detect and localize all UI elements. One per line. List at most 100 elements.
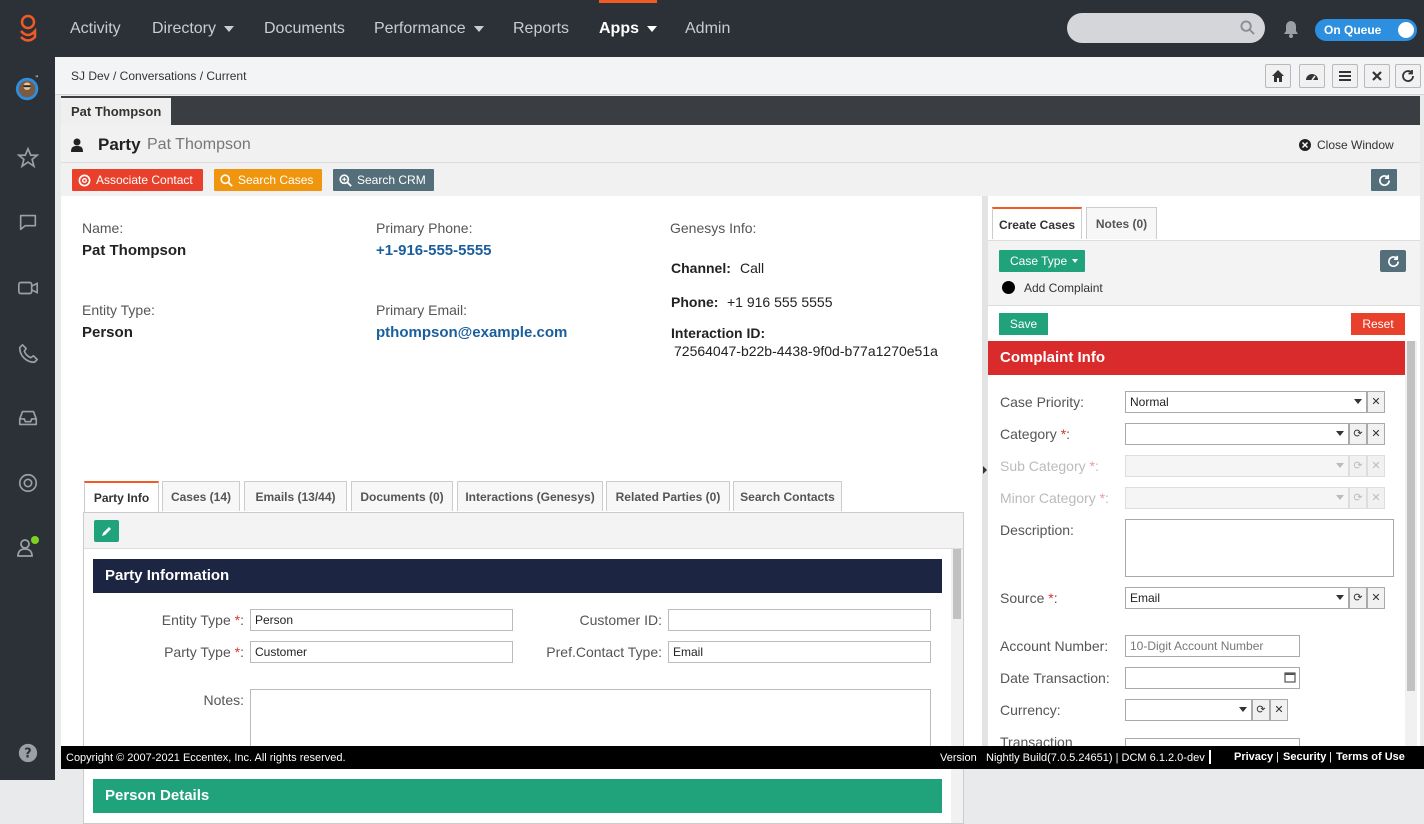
calendar-icon[interactable] <box>1284 671 1296 683</box>
case-priority-select[interactable]: Normal <box>1125 391 1367 413</box>
name-value: Pat Thompson <box>82 242 187 259</box>
security-link[interactable]: Security <box>1283 751 1326 763</box>
privacy-link[interactable]: Privacy <box>1234 751 1273 763</box>
inbox-tray-icon[interactable] <box>14 404 42 432</box>
close-window-button[interactable]: Close Window <box>1299 138 1394 152</box>
clear-x-icon[interactable]: ✕ <box>1367 587 1385 609</box>
nav-documents[interactable]: Documents <box>264 0 345 57</box>
primary-phone-link[interactable]: +1-916-555-5555 <box>376 242 492 259</box>
help-lifebuoy-icon[interactable] <box>14 469 42 497</box>
case-type-dropdown[interactable]: Case Type <box>999 250 1085 272</box>
nav-directory[interactable]: Directory <box>152 0 235 57</box>
nav-admin[interactable]: Admin <box>685 0 730 57</box>
footer-divider <box>1209 750 1211 764</box>
dashboard-button[interactable] <box>1299 64 1325 88</box>
party-type-input[interactable]: Customer <box>250 641 513 663</box>
phone-icon[interactable] <box>14 340 42 368</box>
save-button[interactable]: Save <box>999 313 1048 335</box>
refresh-icon[interactable]: ⟳ <box>1349 487 1367 509</box>
subtab-cases[interactable]: Cases (14) <box>162 481 240 511</box>
required-marker: * <box>234 644 241 660</box>
user-avatar-icon[interactable]: " <box>14 74 42 103</box>
account-number-input[interactable]: 10-Digit Account Number <box>1125 635 1300 657</box>
subtab-documents[interactable]: Documents (0) <box>351 481 453 511</box>
party-refresh-button[interactable] <box>1371 169 1397 191</box>
case-type-label: Case Type <box>1010 254 1068 268</box>
record-tab-person[interactable]: Pat Thompson <box>61 98 172 125</box>
pref-contact-input[interactable]: Email <box>668 641 931 663</box>
terms-link[interactable]: Terms of Use <box>1336 751 1405 763</box>
video-camera-icon[interactable] <box>14 274 42 302</box>
global-search-input[interactable] <box>1067 13 1265 43</box>
chat-bubble-icon[interactable] <box>14 208 42 236</box>
caret-down-icon <box>647 25 657 32</box>
currency-select[interactable] <box>1125 699 1252 721</box>
primary-email-link[interactable]: pthompson@example.com <box>376 324 567 341</box>
customer-id-input[interactable] <box>668 609 931 631</box>
transaction-input[interactable] <box>1125 738 1300 746</box>
refresh-icon[interactable]: ⟳ <box>1349 455 1367 477</box>
footer-separator: | <box>1329 751 1332 763</box>
subtab-search-contacts[interactable]: Search Contacts <box>733 481 842 511</box>
search-crm-button[interactable]: Search CRM <box>333 169 434 191</box>
clear-x-icon[interactable]: ✕ <box>1367 487 1385 509</box>
reset-button[interactable]: Reset <box>1351 313 1405 335</box>
home-button[interactable] <box>1265 64 1291 88</box>
genesys-logo-icon[interactable] <box>14 14 42 42</box>
subtab-related-parties[interactable]: Related Parties (0) <box>606 481 730 511</box>
nav-label: Directory <box>152 20 217 37</box>
scrollbar-thumb[interactable] <box>1407 341 1415 691</box>
nav-label: Admin <box>685 20 731 37</box>
subtab-party-info[interactable]: Party Info <box>84 481 159 512</box>
right-scrollbar[interactable] <box>1405 341 1417 746</box>
entity-type-input[interactable]: Person <box>250 609 513 631</box>
tab-create-cases[interactable]: Create Cases <box>992 207 1082 239</box>
clear-x-icon[interactable]: ✕ <box>1270 699 1288 721</box>
refresh-icon[interactable]: ⟳ <box>1252 699 1270 721</box>
source-select[interactable]: Email <box>1125 587 1349 609</box>
party-type-text: Party Type <box>164 644 231 660</box>
category-select[interactable] <box>1125 423 1349 445</box>
help-question-icon[interactable]: ? <box>14 739 42 767</box>
refresh-icon <box>1402 70 1414 82</box>
party-details-panel: Name: Pat Thompson Entity Type: Person P… <box>61 196 982 824</box>
customer-id-label: Customer ID: <box>579 612 662 628</box>
nav-apps[interactable]: Apps <box>599 0 657 57</box>
sub-category-select[interactable] <box>1125 455 1349 477</box>
party-title: Party <box>98 135 141 154</box>
clear-x-icon[interactable]: ✕ <box>1367 423 1385 445</box>
description-textarea[interactable] <box>1125 519 1394 577</box>
refresh-button[interactable] <box>1395 64 1421 88</box>
refresh-icon[interactable]: ⟳ <box>1349 423 1367 445</box>
clear-x-icon[interactable]: ✕ <box>1367 391 1385 413</box>
associate-contact-button[interactable]: Associate Contact <box>72 169 203 191</box>
tab-notes[interactable]: Notes (0) <box>1086 207 1157 239</box>
edit-button[interactable] <box>94 520 119 542</box>
primary-phone-label: Primary Phone: <box>376 220 473 236</box>
scrollbar-track[interactable] <box>951 549 963 823</box>
chevron-down-icon <box>1336 595 1344 600</box>
refresh-icon[interactable]: ⟳ <box>1349 587 1367 609</box>
favorites-star-icon[interactable] <box>14 144 42 172</box>
add-complaint-radio[interactable] <box>1002 281 1015 294</box>
clear-x-icon[interactable]: ✕ <box>1367 455 1385 477</box>
nav-reports[interactable]: Reports <box>513 0 569 57</box>
nav-label: Performance <box>374 20 466 37</box>
queue-status-toggle[interactable]: On Queue <box>1315 19 1417 41</box>
minor-category-select[interactable] <box>1125 487 1349 509</box>
scrollbar-thumb[interactable] <box>953 549 961 619</box>
close-button[interactable] <box>1364 64 1390 88</box>
user-status-icon[interactable] <box>14 533 42 561</box>
subtab-emails[interactable]: Emails (13/44) <box>244 481 347 511</box>
copyright-text: Copyright © 2007-2021 Eccentex, Inc. All… <box>66 752 346 764</box>
search-cases-button[interactable]: Search Cases <box>214 169 322 191</box>
nav-activity[interactable]: Activity <box>70 0 121 57</box>
menu-button[interactable] <box>1332 64 1358 88</box>
notes-textarea[interactable] <box>250 689 931 747</box>
case-panel: Create Cases Notes (0) Case Type Add Com… <box>988 196 1420 750</box>
bell-icon[interactable] <box>1283 20 1299 38</box>
case-refresh-button[interactable] <box>1380 250 1406 272</box>
subtab-interactions[interactable]: Interactions (Genesys) <box>457 481 603 511</box>
nav-performance[interactable]: Performance <box>374 0 484 57</box>
date-transaction-input[interactable] <box>1125 667 1300 689</box>
